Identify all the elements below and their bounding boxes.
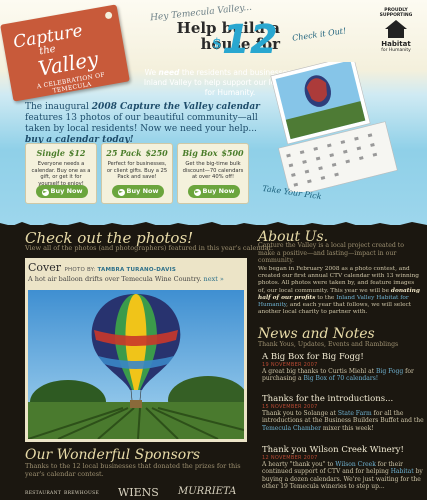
inaugural-calendar-text: The inaugural 2008 Capture the Valley ca… <box>25 102 275 146</box>
arrow-right-icon: ► <box>41 189 49 196</box>
habitat-for-humanity-logo[interactable]: PROUDLY SUPPORTING Habitat for Humanity <box>372 8 420 53</box>
news-item: A Big Box for Big Fogg! 19 NOVEMBER 2007… <box>262 352 424 383</box>
news-link[interactable]: State Farm <box>338 410 372 417</box>
calendar-illustration[interactable] <box>255 62 415 192</box>
news-link[interactable]: Habitat <box>391 468 414 475</box>
package-big-box: Big Box $500 Get the big-time bulk disco… <box>177 143 249 204</box>
cover-photo-card: Cover PHOTO BY: TAMBRA TURANO-DAVIS A ho… <box>25 258 247 442</box>
inaug-text-middle: features 13 photos of our beautiful comm… <box>25 113 258 134</box>
news-link[interactable]: Big Fogg <box>376 368 403 375</box>
need-text-start: We <box>144 68 159 77</box>
news-item: Thank you Wilson Creek Winery! 12 NOVEMB… <box>262 445 424 490</box>
balloon-photo[interactable] <box>28 290 244 439</box>
news-link[interactable]: Big Box of 70 calendars! <box>303 375 378 382</box>
sponsors-subtitle: Thanks to the 12 local businesses that d… <box>25 462 241 478</box>
buy-now-button-25-pack[interactable]: ► Buy Now <box>112 185 164 198</box>
photographer-name[interactable]: TAMBRA TURANO-DAVIS <box>97 267 176 273</box>
sponsor-logo-murrieta[interactable]: MURRIETA <box>178 486 236 497</box>
news-subtitle: Thank Yous, Updates, Events and Rambling… <box>258 341 399 348</box>
habitat-house-icon <box>385 20 407 38</box>
habitat-name: Habitat <box>381 40 411 48</box>
next-photo-link[interactable]: next » <box>204 275 224 283</box>
photo-by-label: PHOTO BY: <box>64 267 96 273</box>
proudly-supporting-text: PROUDLY SUPPORTING <box>379 8 413 18</box>
inaug-text-start: The inaugural <box>25 102 92 112</box>
news-item-body: A hearty "thank you" to Wilson Creek for… <box>262 461 424 490</box>
news-text: Thank you to Solange at <box>262 410 338 417</box>
package-name: Single <box>36 148 65 158</box>
photo-caption: A hot air balloon drifts over Temecula W… <box>28 275 244 283</box>
package-description: Get the big-time bulk discount—70 calend… <box>182 161 244 180</box>
need-emphasis: need <box>158 68 180 77</box>
package-title: 25 Pack $250 <box>102 146 172 159</box>
cover-title: Cover PHOTO BY: TAMBRA TURANO-DAVIS <box>28 261 244 274</box>
package-price: $500 <box>221 148 244 158</box>
news-link[interactable]: Wilson Creek <box>335 461 376 468</box>
sponsor-logo-wiens[interactable]: WIENS <box>118 486 159 499</box>
package-price: $250 <box>145 148 168 158</box>
headline-price: 12 <box>222 17 278 63</box>
package-name: Big Box <box>182 148 218 158</box>
headline-dollar-sign: $ <box>212 36 222 52</box>
calendar-title: 2008 Capture the Valley calendar <box>91 102 260 112</box>
sponsors-heading: Our Wonderful Sponsors <box>25 447 201 463</box>
sponsor-logo-brewhouse[interactable]: BREWHOUSE <box>64 491 99 496</box>
package-25-pack: 25 Pack $250 Perfect for businesses, or … <box>101 143 173 204</box>
sponsor-logo-restaurant[interactable]: RESTAURANT <box>25 491 61 496</box>
news-text: A hearty "thank you" to <box>262 461 336 468</box>
tag-hole <box>104 11 113 20</box>
news-text: mixer this week! <box>320 424 374 432</box>
buy-now-label: Buy Now <box>50 187 83 195</box>
cover-label: Cover <box>28 261 62 274</box>
package-name: 25 Pack <box>106 148 142 158</box>
news-text: A great big thanks to Curtis Miehl at <box>262 368 377 375</box>
package-price: $12 <box>68 148 86 158</box>
package-description: Perfect for businesses, or client gifts.… <box>106 161 168 180</box>
news-item-title[interactable]: Thanks for the introductions... <box>262 394 424 404</box>
package-title: Big Box $500 <box>178 146 248 159</box>
buy-now-label: Buy Now <box>202 187 235 195</box>
photo-credit: PHOTO BY: TAMBRA TURANO-DAVIS <box>65 267 176 273</box>
habitat-subtitle: for Humanity <box>381 48 411 53</box>
about-text-middle: to the <box>315 294 337 301</box>
news-item-title[interactable]: Thank you Wilson Creek Winery! <box>262 445 424 455</box>
news-heading: News and Notes <box>258 326 375 342</box>
package-single: Single $12 Everyone needs a calendar. Bu… <box>25 143 97 204</box>
buy-now-button-single[interactable]: ► Buy Now <box>36 185 88 198</box>
arrow-right-icon: ► <box>193 189 201 196</box>
arrow-right-icon: ► <box>117 189 125 196</box>
buy-now-button-big-box[interactable]: ► Buy Now <box>188 185 240 198</box>
about-body: We began in February 2008 as a photo con… <box>258 266 420 316</box>
news-item: Thanks for the introductions... 15 NOVEM… <box>262 394 424 432</box>
photos-subtitle: View all of the photos (and photographer… <box>25 244 274 252</box>
package-title: Single $12 <box>26 146 96 159</box>
buy-now-label: Buy Now <box>126 187 159 195</box>
news-item-body: A great big thanks to Curtis Miehl at Bi… <box>262 368 424 383</box>
about-subtitle: Capture the Valley is a local project cr… <box>258 242 404 265</box>
news-item-body: Thank you to Solange at State Farm for a… <box>262 410 424 432</box>
news-link[interactable]: Temecula Chamber <box>262 425 321 432</box>
news-item-title[interactable]: A Big Box for Big Fogg! <box>262 352 424 362</box>
caption-text: A hot air balloon drifts over Temecula W… <box>28 275 202 283</box>
